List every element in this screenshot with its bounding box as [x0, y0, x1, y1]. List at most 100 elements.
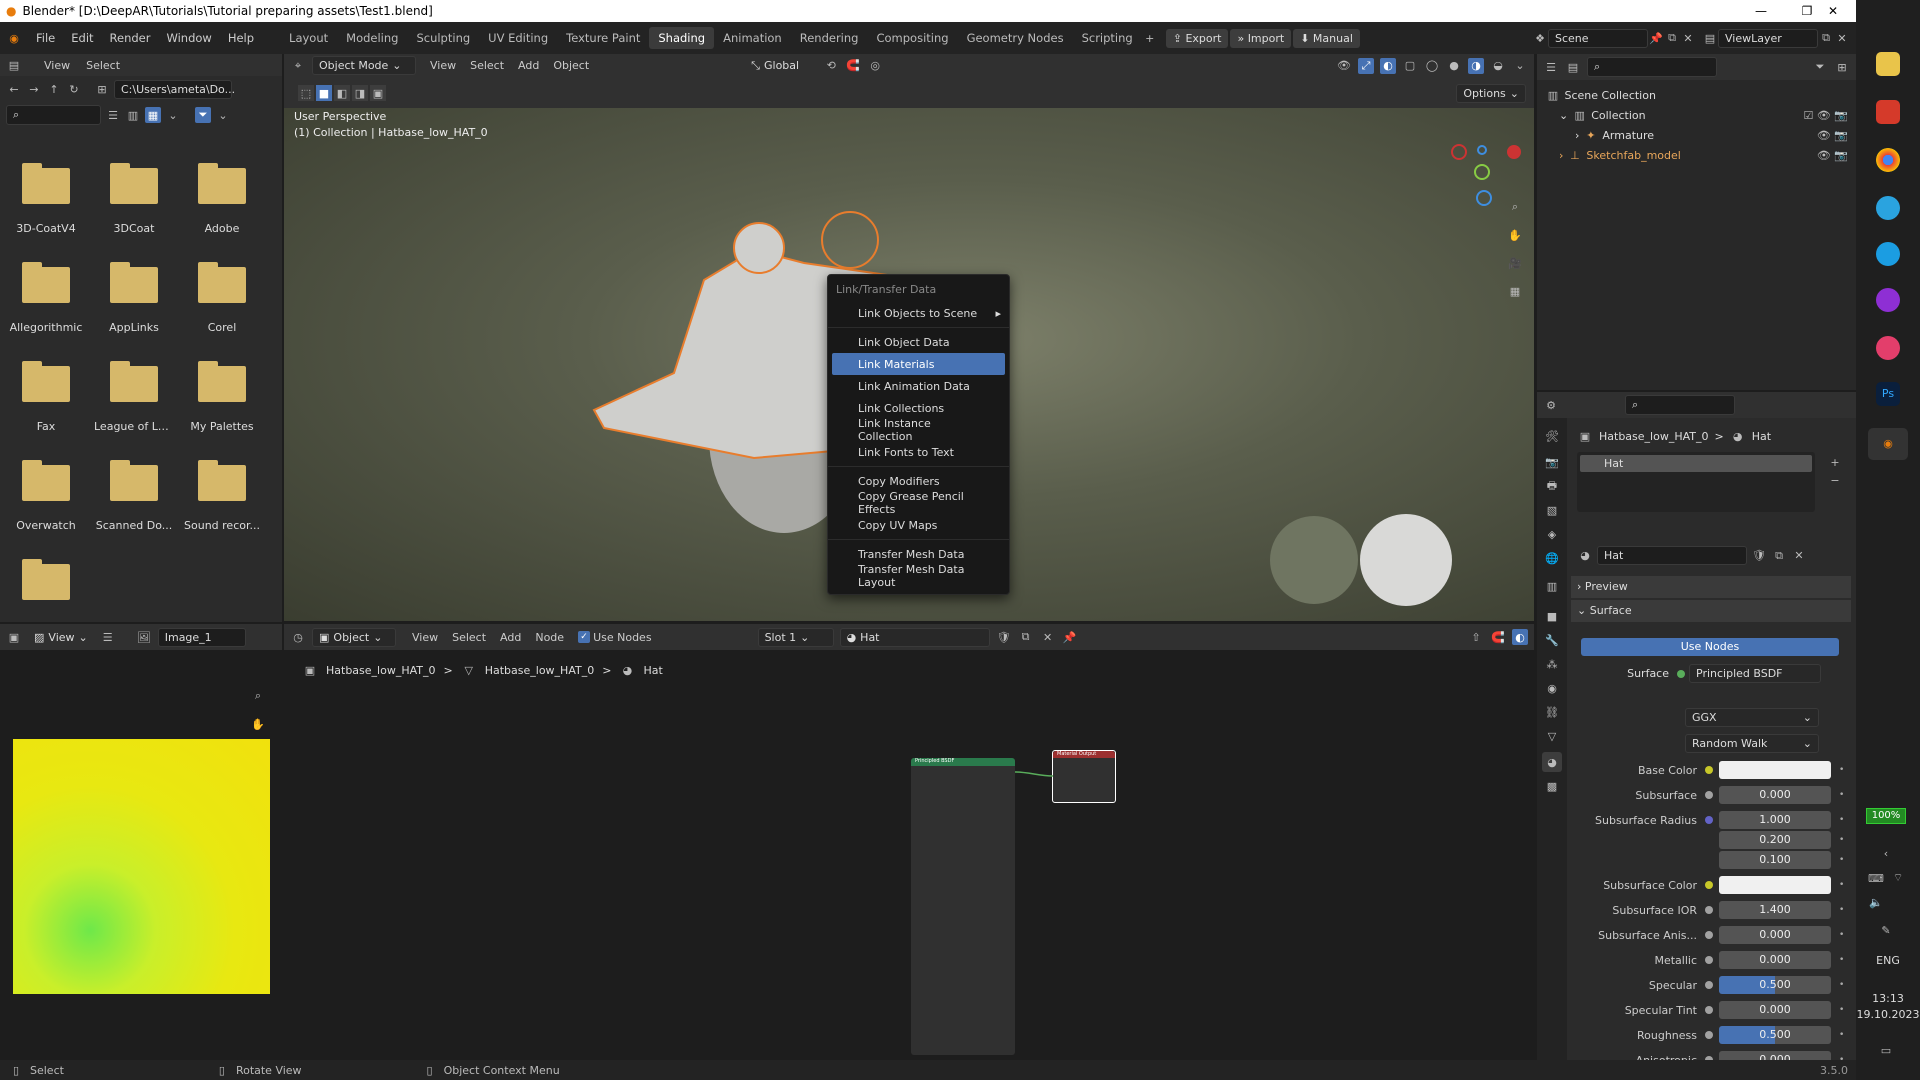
- file-explorer-icon[interactable]: [1876, 52, 1900, 76]
- tab-geometry-nodes[interactable]: Geometry Nodes: [958, 27, 1073, 49]
- folder-item[interactable]: Scanned Do...: [94, 460, 174, 532]
- folder-item[interactable]: Overwatch: [6, 460, 86, 532]
- tab-compositing[interactable]: Compositing: [867, 27, 957, 49]
- wireframe-shading-icon[interactable]: ◯: [1424, 58, 1440, 74]
- bsdf-input-field[interactable]: 0.000: [1719, 786, 1831, 804]
- delete-scene-icon[interactable]: ✕: [1680, 30, 1696, 46]
- thumbnail-view-icon[interactable]: ▦: [145, 107, 161, 123]
- use-nodes-checkbox[interactable]: ✓ Use Nodes: [578, 631, 652, 644]
- render-tab-icon[interactable]: 📷: [1544, 454, 1560, 470]
- node-editor-canvas[interactable]: ▣ Hatbase_low_HAT_0 > ▽ Hatbase_low_HAT_…: [284, 650, 1534, 1060]
- chrome-icon[interactable]: [1876, 148, 1900, 172]
- fake-user-icon[interactable]: 🛡: [996, 629, 1012, 645]
- visibility-icon[interactable]: 👁: [1336, 58, 1352, 74]
- bsdf-input-field[interactable]: 1.000: [1719, 811, 1831, 829]
- viewport-add-menu[interactable]: Add: [518, 59, 539, 72]
- editor-type-icon[interactable]: ◷: [290, 629, 306, 645]
- viewport-view-menu[interactable]: View: [430, 59, 456, 72]
- duplicate-icon[interactable]: ⧉: [1771, 548, 1787, 564]
- overlay-icon[interactable]: ◐: [1380, 57, 1396, 74]
- clock-date[interactable]: 19.10.2023: [1856, 1008, 1920, 1021]
- add-slot-icon[interactable]: +: [1827, 454, 1843, 470]
- preview-panel[interactable]: › Preview: [1571, 576, 1851, 598]
- socket-dot-icon[interactable]: [1705, 931, 1713, 939]
- refresh-icon[interactable]: ↻: [66, 82, 82, 98]
- snap-icon[interactable]: 🧲: [845, 58, 861, 74]
- outliner-search-input[interactable]: ⌕: [1587, 57, 1717, 77]
- podcast-app-icon[interactable]: [1876, 288, 1900, 312]
- bsdf-input-field[interactable]: 0.500: [1719, 1026, 1831, 1044]
- path-field[interactable]: C:\Users\ameta\Do...: [114, 80, 235, 99]
- menu-file[interactable]: File: [28, 31, 63, 45]
- file-select-menu[interactable]: Select: [86, 59, 120, 72]
- unlink-icon[interactable]: ✕: [1040, 629, 1056, 645]
- menu-item-link-fonts-to-text[interactable]: Link Fonts to Text: [828, 441, 1009, 463]
- editor-type-icon[interactable]: ▣: [6, 629, 22, 645]
- hamburger-menu-icon[interactable]: ☰: [100, 629, 116, 645]
- keyframe-dot-icon[interactable]: •: [1839, 955, 1844, 965]
- outliner-item-sketchfab-model[interactable]: › ⊥ Sketchfab_model 👁 📷: [1545, 146, 1848, 166]
- keyframe-dot-icon[interactable]: •: [1839, 1005, 1844, 1015]
- keyframe-dot-icon[interactable]: •: [1839, 880, 1844, 890]
- output-tab-icon[interactable]: 🖶: [1544, 478, 1560, 494]
- collection-tab-icon[interactable]: ▥: [1544, 578, 1560, 594]
- keyframe-dot-icon[interactable]: •: [1839, 815, 1844, 825]
- menu-item-link-collections[interactable]: Link Collections: [828, 397, 1009, 419]
- editor-type-icon[interactable]: ☰: [1543, 59, 1559, 75]
- menu-help[interactable]: Help: [220, 31, 262, 45]
- dc-app-icon[interactable]: [1876, 100, 1900, 124]
- new-collection-icon[interactable]: ⊞: [1834, 59, 1850, 75]
- folder-item[interactable]: AppLinks: [94, 262, 174, 334]
- pivot-icon[interactable]: ⟲: [823, 58, 839, 74]
- battery-indicator[interactable]: 100%: [1866, 808, 1906, 824]
- new-folder-icon[interactable]: ⊞: [94, 82, 110, 98]
- menu-item-link-animation-data[interactable]: Link Animation Data: [828, 375, 1009, 397]
- grid-icon[interactable]: ▦: [1504, 280, 1526, 302]
- select-new-icon[interactable]: ■: [316, 85, 332, 101]
- mode-selector[interactable]: Object Mode ⌄: [312, 56, 416, 75]
- armature-visibility-icons[interactable]: 👁 📷: [1817, 126, 1848, 146]
- menu-item-link-materials[interactable]: Link Materials: [832, 353, 1005, 375]
- shader-type-selector[interactable]: ▣ Object ⌄: [312, 627, 396, 647]
- socket-dot-icon[interactable]: [1705, 836, 1713, 844]
- menu-item-copy-modifiers[interactable]: Copy Modifiers: [828, 470, 1009, 492]
- folder-item[interactable]: Adobe: [182, 163, 262, 235]
- keyframe-dot-icon[interactable]: •: [1839, 1030, 1844, 1040]
- menu-item-copy-uv-maps[interactable]: Copy UV Maps: [828, 514, 1009, 536]
- subsurface-method-dropdown[interactable]: Random Walk ⌄: [1685, 734, 1819, 753]
- world-tab-icon[interactable]: 🌐: [1544, 550, 1560, 566]
- edge-icon[interactable]: [1876, 242, 1900, 266]
- bsdf-input-field[interactable]: 1.400: [1719, 901, 1831, 919]
- data-tab-icon[interactable]: ▽: [1544, 728, 1560, 744]
- tab-shading[interactable]: Shading: [649, 27, 715, 49]
- pan-hand-icon[interactable]: ✋: [1504, 224, 1526, 246]
- overlay-icon[interactable]: ◐: [1512, 629, 1528, 645]
- photoshop-icon[interactable]: Ps: [1876, 382, 1900, 406]
- outliner-collection[interactable]: ⌄ ▥ Collection ☑ 👁 📷: [1545, 106, 1848, 126]
- keyframe-dot-icon[interactable]: •: [1839, 835, 1844, 845]
- socket-dot-icon[interactable]: [1705, 956, 1713, 964]
- tab-uv-editing[interactable]: UV Editing: [479, 27, 557, 49]
- new-view-layer-icon[interactable]: ⧉: [1818, 30, 1834, 46]
- modifier-tab-icon[interactable]: 🔧: [1544, 632, 1560, 648]
- solid-shading-icon[interactable]: ●: [1446, 58, 1462, 74]
- outliner-scene-collection[interactable]: ▥ Scene Collection: [1545, 86, 1848, 106]
- object-tab-icon[interactable]: ■: [1544, 608, 1560, 624]
- wifi-icon[interactable]: ⌔: [1890, 870, 1906, 886]
- socket-dot-icon[interactable]: [1705, 816, 1713, 824]
- tab-layout[interactable]: Layout: [280, 27, 337, 49]
- folder-item[interactable]: Sound recor...: [182, 460, 262, 532]
- language-indicator[interactable]: ENG: [1856, 954, 1920, 967]
- zoom-icon[interactable]: ⌕: [1504, 196, 1526, 218]
- editor-type-icon[interactable]: ▤: [6, 57, 22, 73]
- clock-time[interactable]: 13:13: [1856, 992, 1920, 1005]
- transform-orientation[interactable]: ⤡ Global: [745, 57, 817, 75]
- rendered-shading-icon[interactable]: ◒: [1490, 58, 1506, 74]
- texture-tab-icon[interactable]: ▩: [1544, 778, 1560, 794]
- menu-edit[interactable]: Edit: [63, 31, 101, 45]
- node-view-menu[interactable]: View: [412, 631, 438, 644]
- menu-item-link-instance-collection[interactable]: Link Instance Collection: [828, 417, 1009, 443]
- tab-animation[interactable]: Animation: [714, 27, 791, 49]
- select-extend-icon[interactable]: ◧: [334, 85, 350, 101]
- select-intersect-icon[interactable]: ▣: [370, 85, 386, 101]
